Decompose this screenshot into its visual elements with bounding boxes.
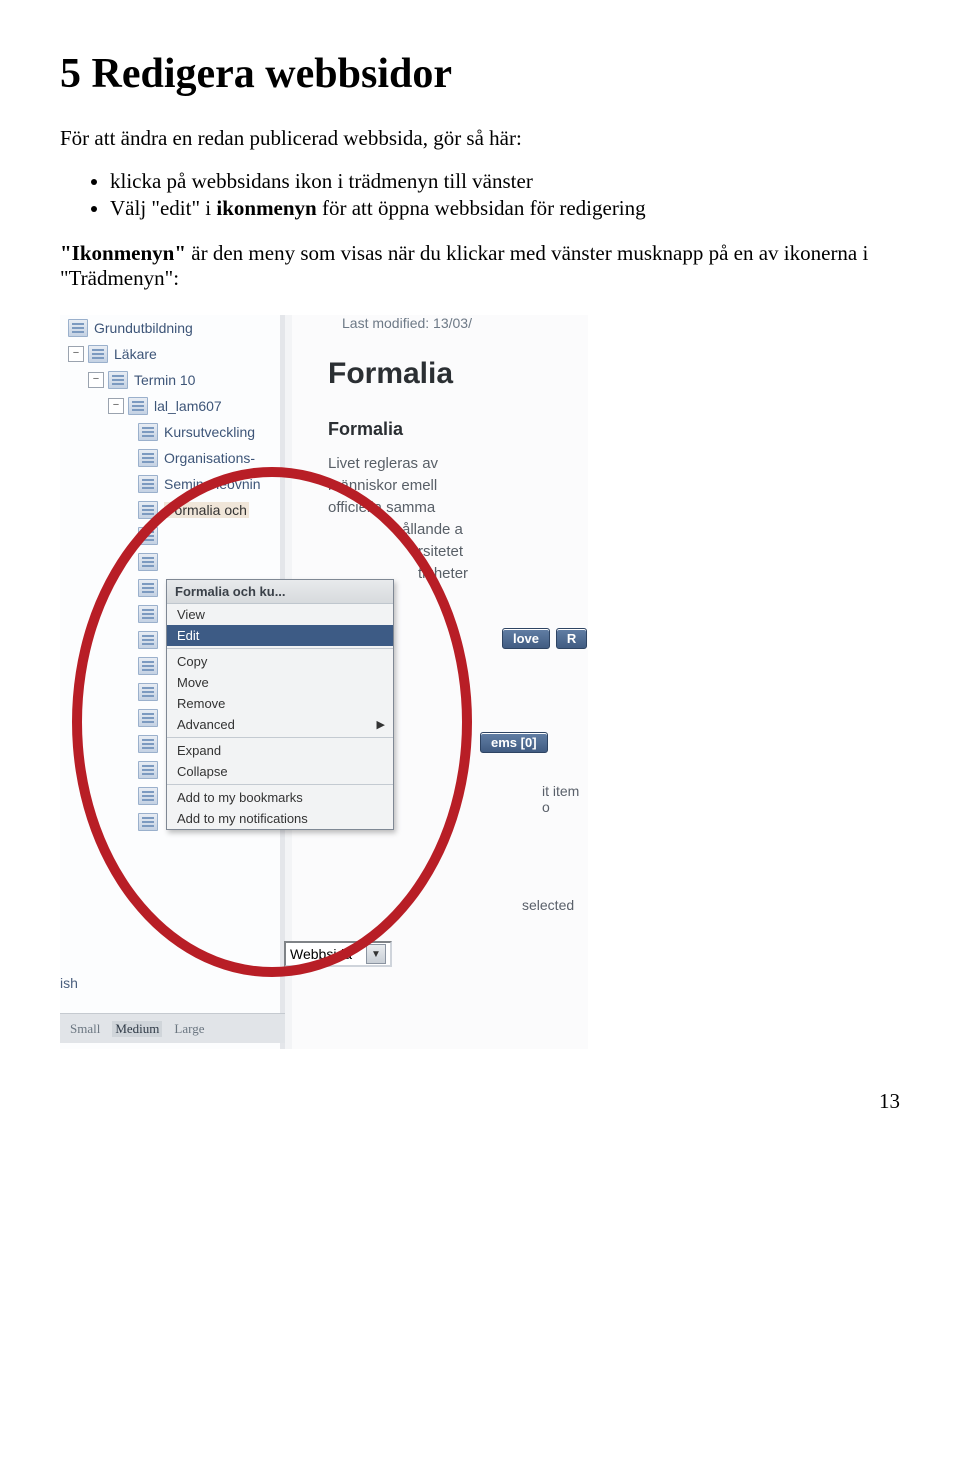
page-icon [138, 657, 158, 675]
tree-node[interactable]: − Termin 10 [60, 367, 280, 393]
type-dropdown[interactable]: Webbsida ▼ [284, 941, 392, 967]
instruction-item: Välj "edit" i ikonmenyn för att öppna we… [110, 196, 900, 221]
body-line: människor emell [328, 477, 437, 494]
action-buttons-row: love R [502, 625, 587, 649]
page-icon [138, 501, 158, 519]
tree-node[interactable]: Organisations- [60, 445, 280, 471]
page-icon [138, 709, 158, 727]
content-subtitle: Formalia [328, 419, 403, 440]
action-button[interactable]: R [556, 628, 587, 649]
tree-label: Organisations- [164, 450, 255, 466]
body-line: ållande a [328, 521, 463, 538]
context-menu: Formalia och ku... View Edit Copy Move R… [166, 579, 394, 830]
page-icon [138, 423, 158, 441]
tree-label: Seminarieövnin [164, 476, 261, 492]
action-button[interactable]: ems [0] [480, 732, 548, 753]
context-menu-header: Formalia och ku... [167, 580, 393, 604]
collapse-icon[interactable]: − [68, 346, 84, 362]
tree-label: lal_lam607 [154, 398, 222, 414]
explanation-paragraph: "Ikonmenyn" är den meny som visas när du… [60, 241, 900, 291]
selected-text: selected [522, 897, 574, 913]
item-text: it item o [542, 783, 588, 815]
menu-separator [167, 737, 393, 738]
page-icon [138, 761, 158, 779]
page-icon [138, 553, 158, 571]
body-line: Livet regleras av [328, 455, 438, 472]
zoom-large[interactable]: Large [174, 1021, 204, 1037]
tree-label: Läkare [114, 346, 157, 362]
page-icon [68, 319, 88, 337]
menu-separator [167, 784, 393, 785]
tree-node[interactable]: − lal_lam607 [60, 393, 280, 419]
tree-node-selected[interactable]: Formalia och [60, 497, 280, 523]
page-icon [108, 371, 128, 389]
menu-item-bookmark[interactable]: Add to my bookmarks [167, 787, 393, 808]
zoom-medium[interactable]: Medium [112, 1021, 162, 1037]
body-line: officiella samma [328, 499, 435, 516]
zoom-small[interactable]: Small [70, 1021, 100, 1037]
page-icon [88, 345, 108, 363]
menu-item-label: Advanced [177, 717, 235, 732]
page-icon [138, 787, 158, 805]
tree-label: Termin 10 [134, 372, 195, 388]
tree-label: Formalia och [164, 502, 249, 518]
action-button[interactable]: love [502, 628, 550, 649]
menu-item-advanced[interactable]: Advanced ▶ [167, 714, 393, 735]
submenu-arrow-icon: ▶ [377, 718, 385, 731]
collapse-icon[interactable]: − [108, 398, 124, 414]
instruction-list: klicka på webbsidans ikon i trädmenyn ti… [60, 169, 900, 221]
tree-node[interactable] [60, 549, 280, 575]
tree-label: Grundutbildning [94, 320, 193, 336]
last-modified-label: Last modified: 13/03/ [342, 315, 472, 331]
zoom-bar: Small Medium Large [60, 1013, 285, 1043]
tree-node[interactable]: Kursutveckling [60, 419, 280, 445]
menu-item-copy[interactable]: Copy [167, 651, 393, 672]
page-icon [138, 631, 158, 649]
page-icon [128, 397, 148, 415]
page-heading: 5 Redigera webbsidor [60, 50, 900, 98]
dropdown-value: Webbsida [290, 946, 352, 962]
menu-item-edit[interactable]: Edit [167, 625, 393, 646]
body-line: rsitetet [328, 543, 463, 560]
page-icon [138, 813, 158, 831]
content-body: Livet regleras av människor emell offici… [328, 453, 588, 585]
menu-item-notifications[interactable]: Add to my notifications [167, 808, 393, 829]
page-icon [138, 475, 158, 493]
page-icon [138, 735, 158, 753]
menu-item-view[interactable]: View [167, 604, 393, 625]
tree-label: Kursutveckling [164, 424, 255, 440]
menu-item-remove[interactable]: Remove [167, 693, 393, 714]
page-icon [138, 683, 158, 701]
tree-node[interactable]: Seminarieövnin [60, 471, 280, 497]
instruction-item: klicka på webbsidans ikon i trädmenyn ti… [110, 169, 900, 194]
menu-item-expand[interactable]: Expand [167, 740, 393, 761]
screenshot-region: Grundutbildning − Läkare − Termin 10 − l… [60, 315, 588, 1049]
page-icon [138, 527, 158, 545]
page-number: 13 [60, 1089, 900, 1114]
menu-item-move[interactable]: Move [167, 672, 393, 693]
intro-paragraph: För att ändra en redan publicerad webbsi… [60, 126, 900, 151]
trash-label[interactable]: ish [60, 975, 78, 991]
menu-item-collapse[interactable]: Collapse [167, 761, 393, 782]
page-icon [138, 605, 158, 623]
chevron-down-icon[interactable]: ▼ [366, 944, 386, 964]
tree-node[interactable] [60, 523, 280, 549]
action-buttons-row: ems [0] [480, 729, 548, 753]
page-icon [138, 449, 158, 467]
page-icon [138, 579, 158, 597]
menu-separator [167, 648, 393, 649]
tree-node[interactable]: − Läkare [60, 341, 280, 367]
content-title: Formalia [328, 357, 453, 391]
tree-node[interactable]: Grundutbildning [60, 315, 280, 341]
collapse-icon[interactable]: − [88, 372, 104, 388]
